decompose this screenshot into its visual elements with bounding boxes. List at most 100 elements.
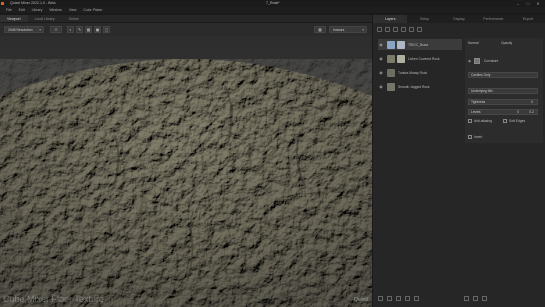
visibility-eye-icon[interactable]: ◉: [378, 42, 384, 47]
mask-thumbnail: [473, 58, 480, 64]
opacity-label: Opacity: [501, 41, 513, 45]
layer-item[interactable]: ◉ TRIDC_Brass: [378, 39, 462, 50]
document-title: 7_Rock*: [266, 1, 280, 5]
tab-display[interactable]: Display: [442, 15, 476, 23]
tab-local-library[interactable]: Local Library: [28, 15, 62, 22]
layer-toolbar: [377, 27, 422, 32]
app-title: Quixel Mixer 2022.1.0 - Beta: [10, 1, 56, 5]
layer-mask-thumbnail: [397, 54, 405, 63]
add-group-icon[interactable]: [401, 27, 406, 32]
grid-icon[interactable]: ▦: [85, 26, 92, 33]
menu-window[interactable]: Window: [49, 8, 61, 12]
minimize-button[interactable]: –: [513, 0, 523, 6]
layout-icon[interactable]: ▣: [94, 26, 101, 33]
anti-aliasing-label: Anti-aliasing: [474, 119, 492, 123]
soft-edges-label: Soft Edges: [509, 119, 526, 123]
add-mask-icon[interactable]: [409, 27, 414, 32]
levels-max: 0.2: [529, 110, 534, 114]
add-component-icon[interactable]: [464, 296, 469, 301]
invert-row[interactable]: Invert: [468, 135, 482, 139]
levels-label: Levels: [471, 110, 481, 114]
add-layer-icon[interactable]: [378, 296, 383, 301]
anti-aliasing-row[interactable]: Anti-aliasing: [468, 119, 492, 123]
invert-label: Invert: [474, 135, 483, 139]
right-tab-bar: Layers Setup Display Performance Export: [373, 15, 545, 23]
menu-library[interactable]: Library: [32, 8, 43, 12]
mix-mode-dropdown[interactable]: Underlying Mix: [468, 88, 538, 94]
visibility-eye-icon[interactable]: ◉: [378, 84, 384, 89]
tab-viewport[interactable]: Viewport: [0, 15, 28, 22]
mask-mode-value: Cavities Only: [471, 73, 491, 77]
tab-layers[interactable]: Layers: [373, 15, 408, 23]
add-solid-icon[interactable]: [393, 27, 398, 32]
add-paint-layer-icon[interactable]: [385, 27, 390, 32]
menu-file[interactable]: File: [6, 8, 12, 12]
add-layer-icon[interactable]: [377, 27, 382, 32]
layer-properties-panel: Normal Opacity ◉ Curvature Cavities Only…: [465, 38, 543, 143]
maximize-button[interactable]: □: [523, 0, 533, 6]
chevron-down-icon: ▾: [39, 27, 41, 32]
layer-bottom-toolbar: [378, 296, 419, 301]
opacity-row[interactable]: Opacity: [501, 41, 512, 45]
duplicate-icon[interactable]: [387, 296, 392, 301]
tab-online[interactable]: Online: [62, 15, 86, 22]
menu-edit[interactable]: Edit: [19, 8, 25, 12]
environment-dropdown[interactable]: Indoors ▾: [329, 26, 367, 33]
3d-viewport[interactable]: Cube Mixer Floor Texture Quixel: [0, 36, 372, 307]
layer-item[interactable]: ◉ Smooth Jagged Rock: [378, 81, 462, 92]
layer-name: TRIDC_Brass: [408, 42, 429, 47]
visibility-eye-icon[interactable]: ◉: [468, 59, 471, 63]
mesh-icon[interactable]: ▦: [314, 26, 326, 33]
layer-thumbnail: [387, 54, 395, 63]
layer-item[interactable]: ◉ Lichen Covered Rock: [378, 53, 462, 64]
folder-icon[interactable]: [396, 296, 401, 301]
anti-aliasing-checkbox[interactable]: [468, 119, 472, 123]
properties-bottom-toolbar: [464, 296, 487, 301]
layer-name: Smooth Jagged Rock: [398, 84, 430, 89]
resolution-value: 2048 Resolution: [8, 27, 33, 32]
chevron-down-icon: ▾: [362, 27, 364, 32]
levels-field[interactable]: Levels 0 0.2: [468, 109, 538, 115]
tab-export[interactable]: Export: [511, 15, 545, 23]
soft-edges-checkbox[interactable]: [503, 119, 507, 123]
resolution-dropdown[interactable]: 2048 Resolution ▾: [4, 26, 44, 33]
close-button[interactable]: ✕: [533, 0, 543, 6]
trash-icon[interactable]: [414, 296, 419, 301]
layer-mask-thumbnail: [397, 40, 405, 49]
tab-performance[interactable]: Performance: [476, 15, 510, 23]
menu-color-picker[interactable]: Color Picker: [83, 8, 102, 12]
select-icon[interactable]: ◻: [103, 26, 110, 33]
visibility-eye-icon[interactable]: ◉: [378, 70, 384, 75]
visibility-eye-icon[interactable]: ◉: [378, 56, 384, 61]
layer-thumbnail: [387, 82, 395, 91]
invert-checkbox[interactable]: [468, 135, 472, 139]
mask-label: Curvature: [483, 59, 499, 63]
menu-view[interactable]: View: [69, 8, 77, 12]
mix-mode-value: Underlying Mix: [471, 89, 493, 93]
mask-mode-dropdown[interactable]: Cavities Only: [468, 72, 538, 78]
title-bar: Quixel Mixer 2022.1.0 - Beta 7_Rock* – □…: [0, 0, 545, 6]
paint-layer-icon[interactable]: [405, 296, 410, 301]
tab-setup[interactable]: Setup: [407, 15, 441, 23]
tightness-field[interactable]: Tightness 0: [468, 99, 538, 105]
soft-edges-row[interactable]: Soft Edges: [503, 119, 525, 123]
layer-item[interactable]: ◉ Tundra Mossy Rock: [378, 67, 462, 78]
blend-mode-value: Normal: [468, 41, 479, 45]
tightness-label: Tightness: [471, 100, 486, 104]
viewport-toolbar: 2048 Resolution ▾ ⊙ ◐ ✎ ▦ ▣ ◻ ▦ Indoors …: [0, 23, 372, 36]
tightness-value: 0: [531, 100, 533, 104]
app-logo-icon: [1, 1, 4, 5]
copy-icon[interactable]: [473, 296, 478, 301]
layer-name: Tundra Mossy Rock: [398, 70, 428, 75]
delete-layer-icon[interactable]: [417, 27, 422, 32]
viewport-watermark-label: Cube Mixer Floor Texture: [3, 294, 104, 304]
rock-surface-render: [0, 36, 372, 307]
mask-row[interactable]: ◉ Curvature: [468, 58, 498, 64]
environment-value: Indoors: [333, 27, 345, 32]
menu-bar: File Edit Library Window View Color Pick…: [0, 7, 545, 13]
paint-icon[interactable]: ◐: [67, 26, 74, 33]
brush-icon[interactable]: ✎: [76, 26, 83, 33]
trash-icon[interactable]: [482, 296, 487, 301]
blend-mode-row[interactable]: Normal: [468, 41, 479, 45]
camera-icon[interactable]: ⊙: [50, 26, 62, 33]
